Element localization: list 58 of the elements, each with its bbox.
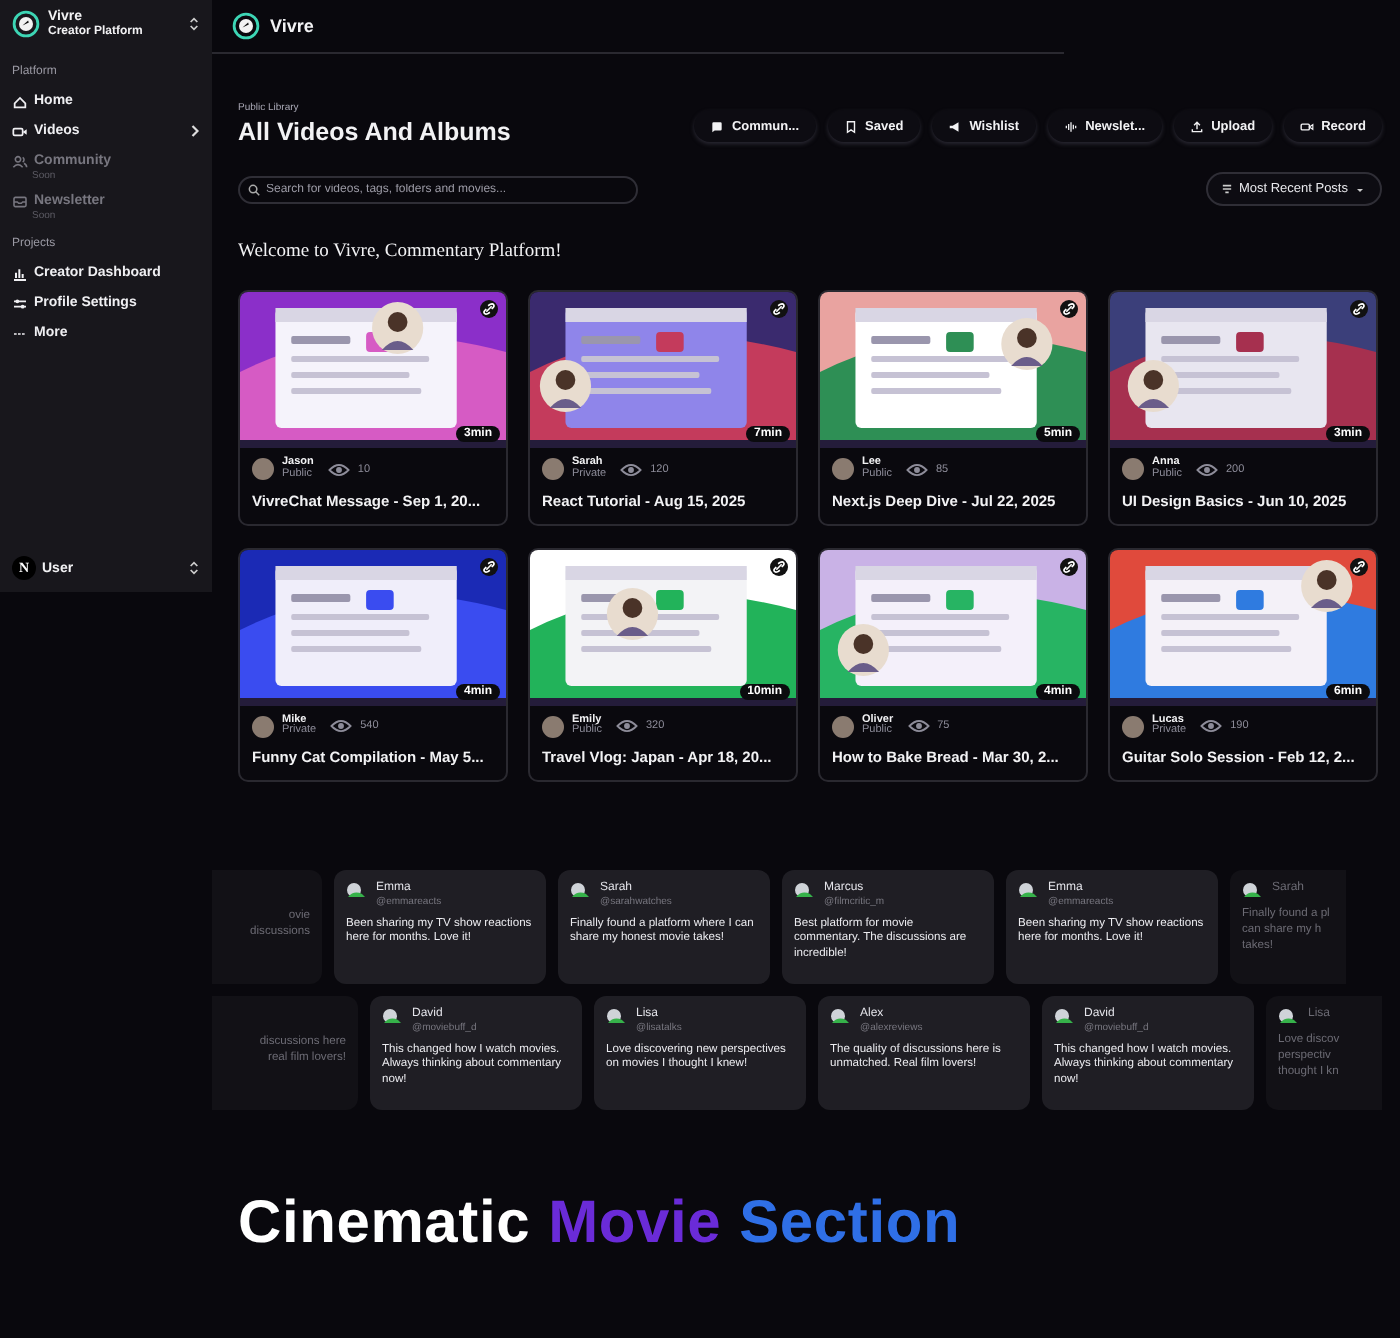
- home-icon: [12, 93, 28, 110]
- eye-icon: [1200, 718, 1223, 735]
- link-icon[interactable]: [480, 300, 498, 318]
- page-title: All Videos And Albums: [238, 118, 511, 146]
- eye-icon: [907, 718, 930, 735]
- caret-icon: [1354, 183, 1366, 195]
- eye-icon: [1195, 461, 1218, 478]
- link-icon[interactable]: [1350, 300, 1368, 318]
- video-camera-icon: [1299, 119, 1314, 133]
- chevron-up-down-icon[interactable]: [188, 560, 200, 576]
- link-icon[interactable]: [770, 557, 788, 576]
- app-title: Vivre: [270, 16, 314, 36]
- avatar: [252, 715, 274, 738]
- bar-chart-icon: [12, 265, 28, 282]
- eye-icon: [327, 461, 350, 478]
- avatar: [542, 458, 564, 481]
- avatar-icon: [606, 1008, 626, 1025]
- avatar: [832, 715, 854, 738]
- chat-icon: [709, 119, 724, 133]
- eye-icon: [620, 461, 643, 478]
- avatar-icon: [830, 1008, 850, 1025]
- chevron-up-down-icon[interactable]: [188, 16, 200, 33]
- avatar: [542, 715, 564, 738]
- audio-wave-icon: [1063, 119, 1078, 133]
- avatar-icon: [1242, 882, 1262, 899]
- avatar-icon: [570, 882, 590, 899]
- envelope-icon: [12, 193, 28, 210]
- video-camera-icon: [12, 123, 28, 140]
- link-icon[interactable]: [1060, 557, 1078, 576]
- link-icon[interactable]: [770, 300, 788, 318]
- bookmark-icon: [843, 119, 858, 133]
- avatar: [832, 458, 854, 481]
- avatar-icon: [382, 1008, 402, 1025]
- sliders-icon: [12, 295, 28, 312]
- logo-icon: [232, 12, 260, 40]
- link-icon[interactable]: [1350, 557, 1368, 576]
- link-icon[interactable]: [480, 557, 498, 576]
- avatar: [252, 458, 274, 481]
- filter-icon: [1222, 184, 1233, 194]
- avatar-icon: [1054, 1008, 1074, 1025]
- search-icon: [248, 183, 260, 195]
- chevron-right-icon: [190, 124, 200, 139]
- upload-icon: [1189, 119, 1204, 133]
- avatar: [1122, 715, 1144, 738]
- logo-icon: [12, 10, 40, 39]
- avatar-icon: [346, 882, 366, 899]
- eye-icon: [905, 461, 928, 478]
- users-icon: [12, 153, 28, 170]
- welcome-heading: Welcome to Vivre, Commentary Platform!: [238, 242, 564, 262]
- avatar-icon: [794, 882, 814, 899]
- section-heading: Cinematic Movie Section: [238, 1190, 963, 1259]
- avatar-icon: [1018, 882, 1038, 899]
- eye-icon: [330, 718, 353, 735]
- link-icon[interactable]: [1060, 300, 1078, 318]
- avatar: [1122, 458, 1144, 481]
- megaphone-icon: [947, 119, 962, 133]
- eye-icon: [615, 718, 638, 735]
- avatar-icon: [1278, 1008, 1298, 1025]
